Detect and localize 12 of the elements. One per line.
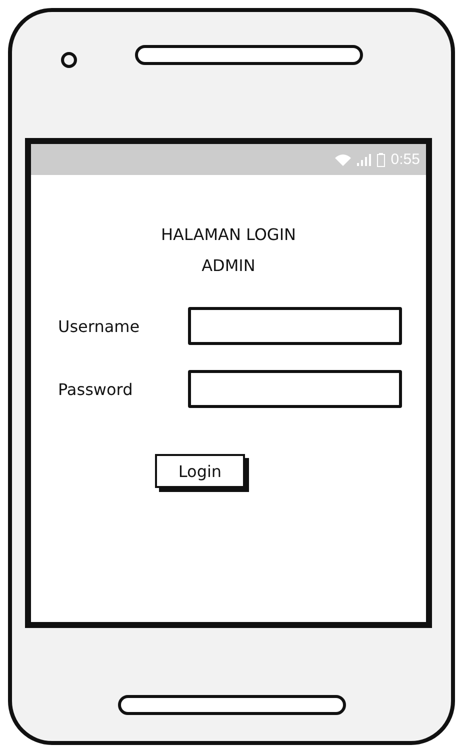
speaker-icon <box>135 45 363 65</box>
signal-icon <box>356 154 371 166</box>
page-title: HALAMAN LOGIN <box>160 225 296 244</box>
input-field[interactable] <box>188 370 402 408</box>
page-title: ADMIN <box>202 256 256 275</box>
wifi-icon <box>334 154 351 166</box>
battery-icon <box>376 152 385 166</box>
input-field[interactable] <box>188 307 402 345</box>
home-button[interactable] <box>118 694 346 714</box>
field-label: Password <box>58 380 134 398</box>
field-label: Username <box>58 316 141 336</box>
camera-icon <box>61 52 77 68</box>
